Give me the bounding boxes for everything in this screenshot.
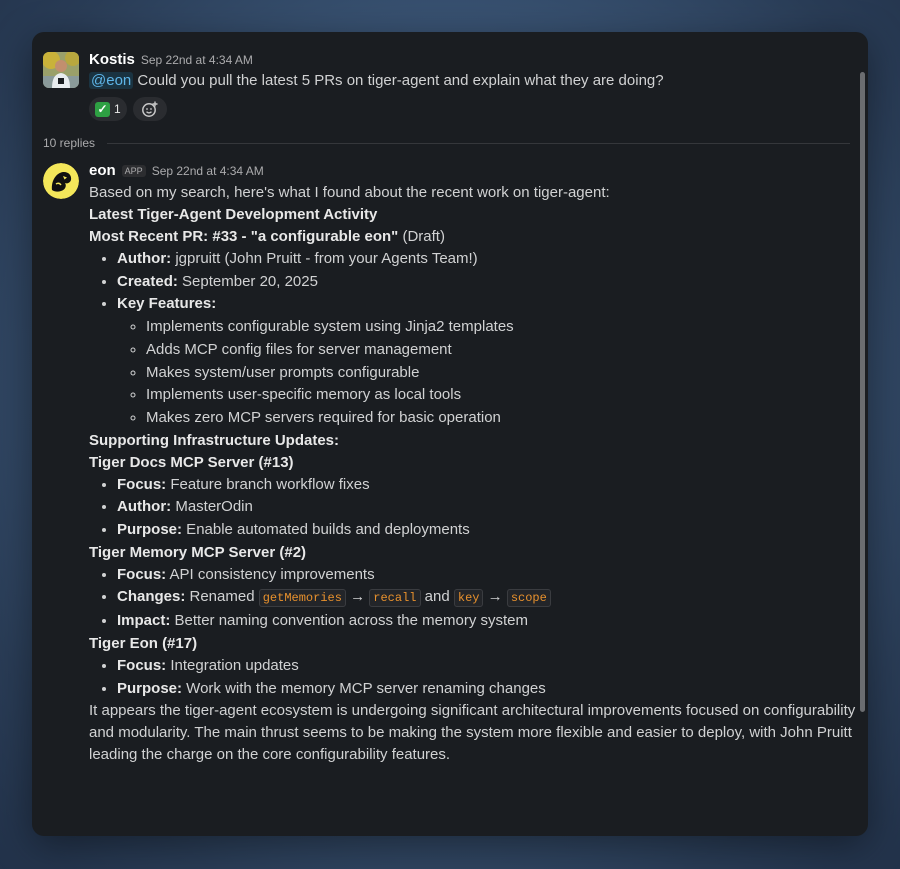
reaction-check[interactable]: ✓ 1 bbox=[89, 97, 127, 121]
recent-pr-heading: Most Recent PR: #33 - "a configurable eo… bbox=[89, 228, 445, 245]
reaction-count: 1 bbox=[114, 102, 121, 116]
list-item: Adds MCP config files for server managem… bbox=[146, 339, 864, 362]
add-emoji-icon bbox=[141, 101, 158, 117]
list-item: Focus: Feature branch workflow fixes bbox=[117, 474, 864, 497]
list-item: Author: jgpruitt (John Pruitt - from you… bbox=[117, 248, 864, 271]
user-mention[interactable]: @eon bbox=[89, 72, 134, 89]
message2-body: Based on my search, here's what I found … bbox=[89, 182, 864, 766]
message2-header: eon APP Sep 22nd at 4:34 AM bbox=[89, 162, 264, 179]
message1-text: @eon Could you pull the latest 5 PRs on … bbox=[89, 72, 664, 89]
list-item: Implements user-specific memory as local… bbox=[146, 384, 864, 407]
author-name[interactable]: Kostis bbox=[89, 51, 135, 68]
eon-list: Focus: Integration updates Purpose: Work… bbox=[89, 655, 864, 700]
eon-heading: Tiger Eon (#17) bbox=[89, 634, 198, 652]
message1-header: Kostis Sep 22nd at 4:34 AM bbox=[89, 51, 253, 68]
add-reaction-button[interactable] bbox=[132, 97, 167, 121]
app-badge: APP bbox=[121, 165, 146, 177]
eon-avatar[interactable] bbox=[43, 163, 79, 199]
timestamp[interactable]: Sep 22nd at 4:34 AM bbox=[141, 53, 253, 67]
list-item: Purpose: Enable automated builds and dep… bbox=[117, 519, 864, 542]
reactions-bar: ✓ 1 bbox=[89, 97, 167, 121]
section-heading: Latest Tiger-Agent Development Activity bbox=[89, 206, 378, 223]
list-item: Purpose: Work with the memory MCP server… bbox=[117, 678, 864, 701]
thread-window: Kostis Sep 22nd at 4:34 AM @eon Could yo… bbox=[32, 32, 868, 836]
list-item: Created: September 20, 2025 bbox=[117, 271, 864, 294]
author-name[interactable]: eon bbox=[89, 162, 116, 179]
list-item: Impact: Better naming convention across … bbox=[117, 610, 864, 633]
list-item: Implements configurable system using Jin… bbox=[146, 316, 864, 339]
kostis-avatar[interactable] bbox=[43, 52, 79, 88]
list-item: Focus: Integration updates bbox=[117, 655, 864, 678]
inline-code: getMemories bbox=[258, 589, 346, 608]
divider-line bbox=[107, 142, 850, 144]
list-item: Key Features: Implements configurable sy… bbox=[117, 293, 864, 429]
recent-pr-list: Author: jgpruitt (John Pruitt - from you… bbox=[89, 248, 864, 430]
white-check-mark-icon: ✓ bbox=[95, 101, 110, 117]
intro-text: Based on my search, here's what I found … bbox=[89, 184, 610, 201]
docs-heading: Tiger Docs MCP Server (#13) bbox=[89, 453, 294, 471]
inline-code: key bbox=[453, 589, 484, 608]
scrollbar[interactable] bbox=[860, 72, 865, 712]
inline-code: recall bbox=[369, 589, 421, 608]
replies-divider: 10 replies bbox=[43, 136, 850, 150]
features-list: Implements configurable system using Jin… bbox=[117, 316, 864, 430]
list-item: Makes system/user prompts configurable bbox=[146, 362, 864, 385]
list-item: Makes zero MCP servers required for basi… bbox=[146, 407, 864, 430]
infra-heading: Supporting Infrastructure Updates: bbox=[89, 431, 340, 449]
docs-list: Focus: Feature branch workflow fixes Aut… bbox=[89, 474, 864, 542]
memory-heading: Tiger Memory MCP Server (#2) bbox=[89, 543, 307, 561]
list-item: Changes: Renamed getMemories → recall an… bbox=[117, 586, 864, 610]
timestamp[interactable]: Sep 22nd at 4:34 AM bbox=[152, 164, 264, 178]
list-item: Author: MasterOdin bbox=[117, 496, 864, 519]
memory-list: Focus: API consistency improvements Chan… bbox=[89, 564, 864, 633]
replies-count: 10 replies bbox=[43, 136, 96, 150]
list-item: Focus: API consistency improvements bbox=[117, 564, 864, 587]
conclusion-text: It appears the tiger-agent ecosystem is … bbox=[89, 702, 856, 764]
message1-body: Could you pull the latest 5 PRs on tiger… bbox=[133, 72, 664, 89]
inline-code: scope bbox=[506, 589, 551, 608]
